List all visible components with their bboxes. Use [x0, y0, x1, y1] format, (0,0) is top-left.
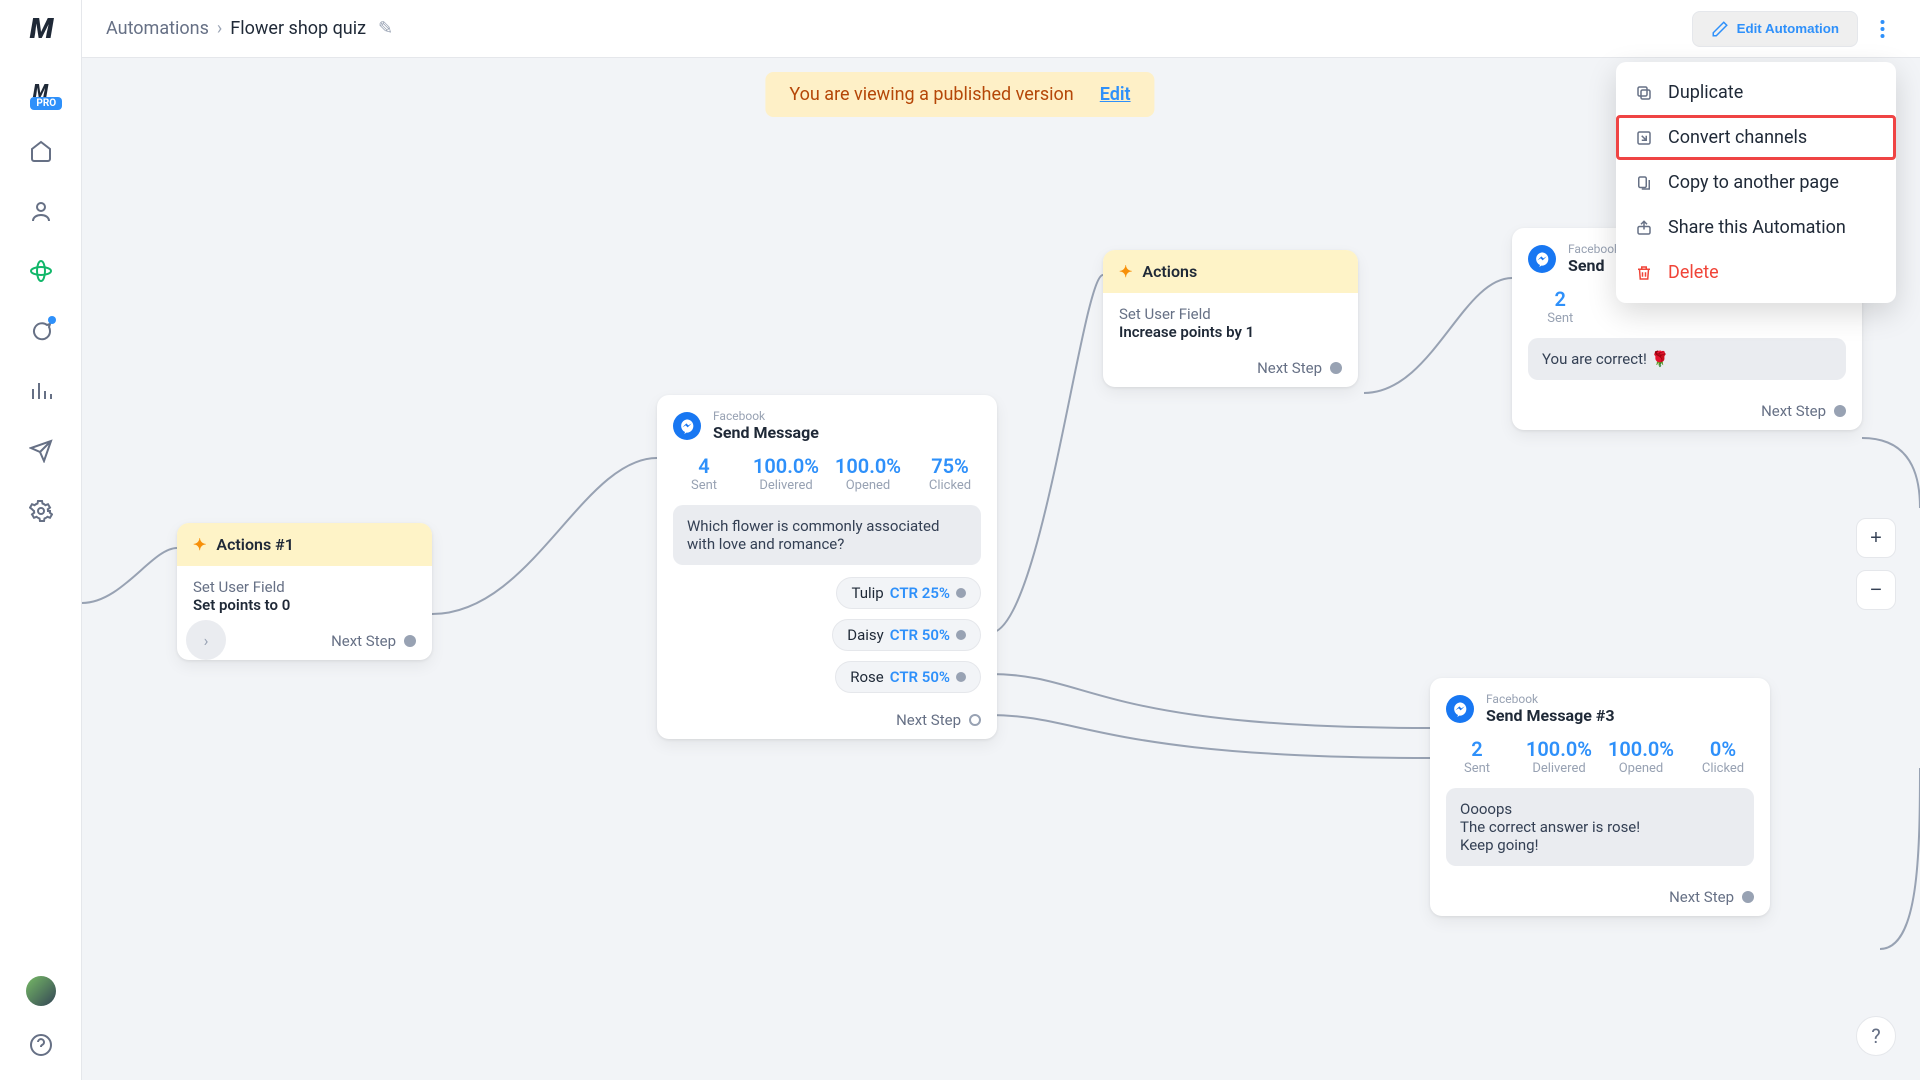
app-logo: M — [30, 12, 52, 45]
trash-icon — [1634, 263, 1654, 283]
output-port[interactable] — [956, 630, 966, 640]
topbar: Automations › Flower shop quiz ✎ Edit Au… — [82, 0, 1920, 58]
breadcrumb: Automations › Flower shop quiz ✎ — [106, 18, 393, 39]
node-send-message-1[interactable]: FacebookSend Message 4Sent 100.0%Deliver… — [657, 395, 997, 739]
output-port[interactable] — [1330, 362, 1342, 374]
breadcrumb-current: Flower shop quiz — [230, 18, 366, 39]
share-icon — [1634, 218, 1654, 238]
home-icon[interactable] — [28, 138, 54, 164]
copy-page-icon — [1634, 173, 1654, 193]
action-label: Set User Field — [193, 578, 416, 596]
automation-icon[interactable] — [28, 258, 54, 284]
node-send-message-wrong[interactable]: FacebookSend Message #3 2Sent 100.0%Deli… — [1430, 678, 1770, 916]
automation-context-menu: Duplicate Convert channels Copy to anoth… — [1616, 62, 1896, 303]
output-port[interactable] — [956, 588, 966, 598]
next-step-label: Next Step — [331, 632, 396, 650]
rename-icon[interactable]: ✎ — [378, 18, 393, 39]
output-port[interactable] — [956, 672, 966, 682]
analytics-icon[interactable] — [28, 378, 54, 404]
message-bubble: You are correct! 🌹 — [1528, 338, 1846, 380]
spark-icon: ✦ — [193, 535, 206, 554]
more-menu-button[interactable] — [1868, 11, 1896, 47]
spark-icon: ✦ — [1119, 262, 1132, 281]
action-label: Set User Field — [1119, 305, 1342, 323]
next-step-label: Next Step — [1257, 359, 1322, 377]
action-value: Increase points by 1 — [1119, 323, 1342, 341]
messenger-icon — [1528, 245, 1556, 273]
contacts-icon[interactable] — [28, 198, 54, 224]
output-port[interactable] — [1834, 405, 1846, 417]
zoom-out-button[interactable]: − — [1856, 570, 1896, 610]
output-port[interactable] — [404, 635, 416, 647]
next-step-label: Next Step — [896, 711, 961, 729]
chevron-right-icon: › — [217, 18, 222, 39]
menu-copy-page[interactable]: Copy to another page — [1616, 160, 1896, 205]
menu-delete[interactable]: Delete — [1616, 250, 1896, 295]
next-step-label: Next Step — [1669, 888, 1734, 906]
breadcrumb-root[interactable]: Automations — [106, 18, 209, 39]
menu-duplicate[interactable]: Duplicate — [1616, 70, 1896, 115]
menu-convert-channels[interactable]: Convert channels — [1616, 115, 1896, 160]
user-avatar[interactable] — [26, 976, 56, 1006]
edit-automation-button[interactable]: Edit Automation — [1692, 11, 1858, 47]
message-bubble: Oooops The correct answer is rose! Keep … — [1446, 788, 1754, 866]
node-actions-2[interactable]: ✦Actions Set User Field Increase points … — [1103, 250, 1358, 387]
duplicate-icon — [1634, 83, 1654, 103]
answer-option[interactable]: RoseCTR 50% — [835, 661, 981, 693]
zoom-in-button[interactable]: + — [1856, 518, 1896, 558]
answer-option[interactable]: TulipCTR 25% — [836, 577, 981, 609]
output-port[interactable] — [1742, 891, 1754, 903]
answer-option[interactable]: DaisyCTR 50% — [832, 619, 981, 651]
output-port[interactable] — [969, 714, 981, 726]
messenger-icon — [673, 412, 701, 440]
settings-icon[interactable] — [28, 498, 54, 524]
zoom-controls: + − — [1856, 518, 1896, 610]
action-value: Set points to 0 — [193, 596, 416, 614]
canvas-help-button[interactable]: ? — [1856, 1016, 1896, 1056]
broadcast-icon[interactable] — [28, 438, 54, 464]
workspace-badge[interactable]: MPRO — [33, 81, 48, 102]
collapse-panel-button[interactable]: › — [186, 620, 226, 660]
livechat-icon[interactable] — [28, 318, 54, 344]
next-step-label: Next Step — [1761, 402, 1826, 420]
message-question: Which flower is commonly associated with… — [673, 505, 981, 565]
convert-icon — [1634, 128, 1654, 148]
sidebar: M MPRO — [0, 0, 82, 1080]
help-icon[interactable] — [28, 1032, 54, 1058]
messenger-icon — [1446, 695, 1474, 723]
menu-share[interactable]: Share this Automation — [1616, 205, 1896, 250]
